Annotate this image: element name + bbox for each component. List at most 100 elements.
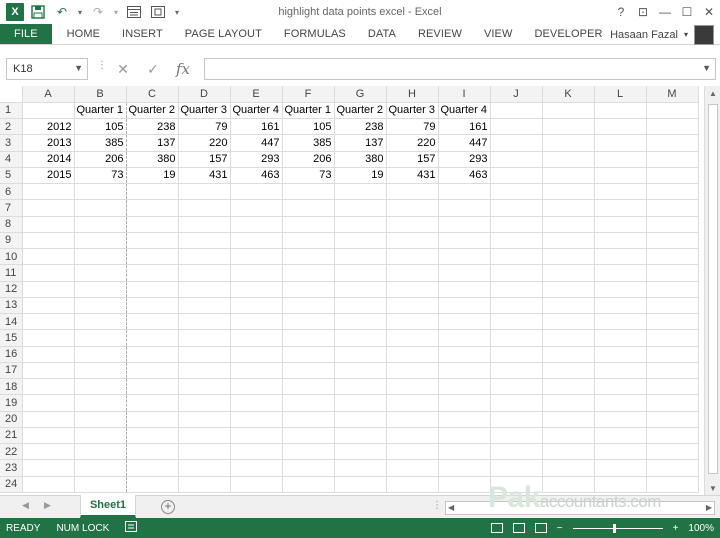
cell-k17[interactable] bbox=[542, 362, 595, 380]
cell-l23[interactable] bbox=[594, 459, 647, 477]
user-dropdown-icon[interactable]: ▾ bbox=[684, 30, 688, 39]
cell-e24[interactable] bbox=[230, 476, 283, 493]
zoom-in-button[interactable]: + bbox=[673, 523, 679, 534]
cell-m6[interactable] bbox=[646, 183, 699, 201]
cell-l12[interactable] bbox=[594, 281, 647, 298]
cell-h21[interactable] bbox=[386, 427, 439, 445]
cell-g6[interactable] bbox=[334, 183, 387, 201]
cell-i23[interactable] bbox=[438, 459, 491, 477]
cell-m2[interactable] bbox=[646, 118, 699, 136]
cell-i19[interactable] bbox=[438, 394, 491, 412]
cell-k14[interactable] bbox=[542, 313, 595, 331]
cell-c12[interactable] bbox=[126, 281, 179, 298]
cell-g14[interactable] bbox=[334, 313, 387, 331]
cell-d15[interactable] bbox=[178, 329, 231, 347]
cell-l2[interactable] bbox=[594, 118, 647, 136]
cell-k8[interactable] bbox=[542, 216, 595, 233]
cell-b14[interactable] bbox=[74, 313, 127, 331]
page-break-preview-icon[interactable] bbox=[534, 523, 547, 533]
camera-icon[interactable] bbox=[148, 2, 168, 22]
cell-c17[interactable] bbox=[126, 362, 179, 380]
cell-m20[interactable] bbox=[646, 411, 699, 428]
cell-d17[interactable] bbox=[178, 362, 231, 380]
cell-c8[interactable] bbox=[126, 216, 179, 233]
cell-a12[interactable] bbox=[22, 281, 75, 298]
cell-d13[interactable] bbox=[178, 297, 231, 315]
column-header-l[interactable]: L bbox=[594, 86, 647, 103]
cell-a7[interactable] bbox=[22, 199, 75, 217]
cell-d19[interactable] bbox=[178, 394, 231, 412]
cell-l22[interactable] bbox=[594, 443, 647, 461]
cell-a19[interactable] bbox=[22, 394, 75, 412]
cell-g8[interactable] bbox=[334, 216, 387, 233]
name-box[interactable]: K18 ▼ bbox=[6, 58, 88, 80]
next-sheet-icon[interactable]: ▶ bbox=[44, 500, 51, 511]
cell-e1[interactable]: Quarter 4 bbox=[230, 102, 283, 120]
cell-l11[interactable] bbox=[594, 264, 647, 282]
cell-m18[interactable] bbox=[646, 378, 699, 396]
cell-d21[interactable] bbox=[178, 427, 231, 445]
tab-review[interactable]: REVIEW bbox=[407, 24, 473, 44]
cell-e4[interactable]: 293 bbox=[230, 151, 283, 168]
new-sheet-button[interactable]: + bbox=[161, 500, 175, 514]
cell-g23[interactable] bbox=[334, 459, 387, 477]
cell-d12[interactable] bbox=[178, 281, 231, 298]
cell-b2[interactable]: 105 bbox=[74, 118, 127, 136]
cell-a5[interactable]: 2015 bbox=[22, 167, 75, 185]
cell-b17[interactable] bbox=[74, 362, 127, 380]
cell-b4[interactable]: 206 bbox=[74, 151, 127, 168]
cell-h10[interactable] bbox=[386, 248, 439, 266]
cell-b3[interactable]: 385 bbox=[74, 134, 127, 152]
cell-k15[interactable] bbox=[542, 329, 595, 347]
cell-h12[interactable] bbox=[386, 281, 439, 298]
cell-m13[interactable] bbox=[646, 297, 699, 315]
cell-k12[interactable] bbox=[542, 281, 595, 298]
zoom-slider[interactable] bbox=[572, 523, 663, 533]
cell-i4[interactable]: 293 bbox=[438, 151, 491, 168]
cell-i20[interactable] bbox=[438, 411, 491, 428]
cell-b6[interactable] bbox=[74, 183, 127, 201]
cell-g16[interactable] bbox=[334, 346, 387, 363]
cell-b8[interactable] bbox=[74, 216, 127, 233]
cell-b15[interactable] bbox=[74, 329, 127, 347]
cell-k6[interactable] bbox=[542, 183, 595, 201]
cell-k13[interactable] bbox=[542, 297, 595, 315]
cell-i11[interactable] bbox=[438, 264, 491, 282]
cell-c7[interactable] bbox=[126, 199, 179, 217]
cell-l18[interactable] bbox=[594, 378, 647, 396]
save-icon[interactable] bbox=[28, 2, 48, 22]
cell-c9[interactable] bbox=[126, 232, 179, 250]
column-header-i[interactable]: I bbox=[438, 86, 491, 103]
cell-j23[interactable] bbox=[490, 459, 543, 477]
cell-h5[interactable]: 431 bbox=[386, 167, 439, 185]
vertical-scroll-thumb[interactable] bbox=[708, 104, 718, 474]
form-icon[interactable] bbox=[124, 2, 144, 22]
row-header-9[interactable]: 9 bbox=[0, 232, 23, 250]
row-header-12[interactable]: 12 bbox=[0, 281, 23, 298]
cell-d8[interactable] bbox=[178, 216, 231, 233]
cell-g10[interactable] bbox=[334, 248, 387, 266]
cell-e11[interactable] bbox=[230, 264, 283, 282]
cell-b5[interactable]: 73 bbox=[74, 167, 127, 185]
tab-formulas[interactable]: FORMULAS bbox=[273, 24, 357, 44]
cell-c6[interactable] bbox=[126, 183, 179, 201]
cell-g22[interactable] bbox=[334, 443, 387, 461]
cell-g19[interactable] bbox=[334, 394, 387, 412]
expand-formula-bar-icon[interactable]: ▼ bbox=[702, 63, 711, 73]
cell-k7[interactable] bbox=[542, 199, 595, 217]
cell-b10[interactable] bbox=[74, 248, 127, 266]
cell-e22[interactable] bbox=[230, 443, 283, 461]
cell-m21[interactable] bbox=[646, 427, 699, 445]
column-header-f[interactable]: F bbox=[282, 86, 335, 103]
cell-a13[interactable] bbox=[22, 297, 75, 315]
cell-j14[interactable] bbox=[490, 313, 543, 331]
column-header-h[interactable]: H bbox=[386, 86, 439, 103]
row-header-7[interactable]: 7 bbox=[0, 199, 23, 217]
cell-c14[interactable] bbox=[126, 313, 179, 331]
cell-h4[interactable]: 157 bbox=[386, 151, 439, 168]
cell-f13[interactable] bbox=[282, 297, 335, 315]
cell-e5[interactable]: 463 bbox=[230, 167, 283, 185]
cell-c24[interactable] bbox=[126, 476, 179, 493]
cell-d1[interactable]: Quarter 3 bbox=[178, 102, 231, 120]
row-header-11[interactable]: 11 bbox=[0, 264, 23, 282]
